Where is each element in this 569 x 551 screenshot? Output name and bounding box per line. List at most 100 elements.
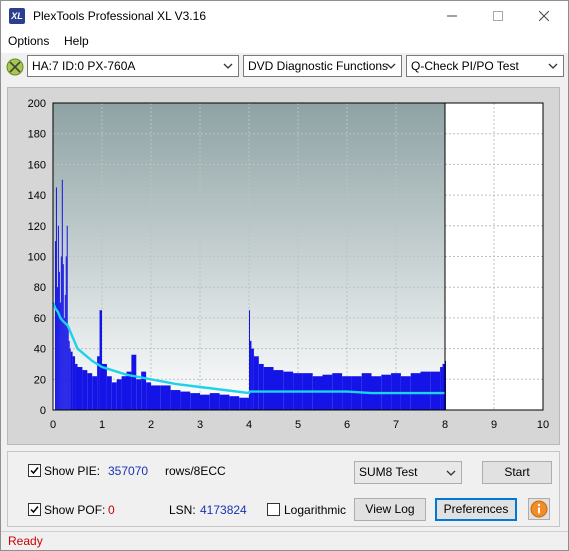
show-pof-checkbox[interactable] [28, 503, 41, 516]
pie-bar [87, 373, 93, 410]
pie-bar [136, 379, 142, 410]
pie-bar [246, 397, 249, 410]
start-button[interactable]: Start [482, 461, 552, 484]
x-tick-label: 4 [246, 419, 252, 431]
pie-bar [72, 356, 76, 410]
pie-bar [251, 348, 254, 410]
pie-bar [249, 340, 252, 410]
lsn-label: LSN: [169, 503, 196, 517]
maximize-button[interactable] [475, 1, 521, 31]
pie-bar [146, 382, 151, 410]
pie-bar [200, 394, 210, 410]
x-tick-label: 0 [50, 419, 56, 431]
pie-bar [121, 376, 127, 410]
y-tick-label: 100 [28, 252, 46, 264]
x-tick-label: 6 [344, 419, 350, 431]
maximize-icon [493, 11, 503, 21]
controls-panel: Show PIE: 357070 rows/8ECC SUM8 Test Sta… [7, 451, 560, 527]
menu-help[interactable]: Help [64, 34, 89, 48]
logarithmic-checkbox[interactable] [267, 503, 280, 516]
preferences-button[interactable]: Preferences [435, 498, 517, 521]
pie-bar [62, 264, 64, 410]
pie-bar [116, 379, 122, 410]
pie-bar [92, 376, 98, 410]
pie-bar [65, 256, 67, 410]
sum-test-select[interactable]: SUM8 Test [354, 461, 462, 484]
pie-bar [263, 367, 274, 410]
pie-bar [239, 397, 247, 410]
test-select-value: Q-Check PI/PO Test [411, 59, 519, 73]
pie-bar [102, 363, 107, 410]
show-pof-label: Show POF: [44, 503, 106, 517]
info-button[interactable] [528, 498, 550, 520]
drive-select-value: HA:7 ID:0 PX-760A [32, 59, 136, 73]
test-select[interactable]: Q-Check PI/PO Test [406, 55, 564, 77]
pie-bar [151, 385, 161, 410]
pie-bar [131, 354, 137, 410]
chevron-down-icon [223, 63, 233, 69]
close-icon [539, 11, 549, 21]
checkmark-icon [30, 506, 39, 514]
pie-bar [180, 391, 191, 410]
pie-bar [209, 393, 220, 410]
drive-select[interactable]: HA:7 ID:0 PX-760A [27, 55, 239, 77]
x-tick-label: 8 [442, 419, 448, 431]
pie-bar [66, 225, 68, 410]
y-tick-label: 40 [34, 344, 46, 356]
pie-bar [99, 310, 102, 410]
pie-bar [106, 376, 112, 410]
pie-bar [69, 348, 71, 410]
pie-bar [253, 356, 259, 410]
function-select[interactable]: DVD Diagnostic Functions [243, 55, 402, 77]
status-bar: Ready [1, 531, 568, 550]
x-tick-label: 5 [295, 419, 301, 431]
pie-bar [70, 351, 73, 410]
toolbar: HA:7 ID:0 PX-760A DVD Diagnostic Functio… [1, 53, 568, 79]
x-tick-label: 7 [393, 419, 399, 431]
sum-test-value: SUM8 Test [359, 465, 418, 479]
title-bar: XL PlexTools Professional XL V3.16 [1, 1, 568, 31]
pie-bar [229, 396, 240, 410]
menu-bar: Options Help [1, 31, 568, 53]
show-pie-label: Show PIE: [44, 464, 101, 478]
y-tick-label: 180 [28, 129, 46, 141]
menu-options[interactable]: Options [8, 34, 49, 48]
pie-bar [60, 256, 62, 410]
pie-bar [258, 363, 264, 410]
status-text: Ready [8, 534, 43, 548]
pie-bar [249, 310, 250, 410]
show-pie-checkbox[interactable] [28, 464, 41, 477]
info-icon [530, 500, 548, 518]
chevron-down-icon [386, 63, 396, 69]
pie-bar [67, 325, 69, 410]
close-button[interactable] [521, 1, 567, 31]
view-log-button[interactable]: View Log [354, 498, 426, 521]
pie-bar [58, 271, 60, 410]
window-title: PlexTools Professional XL V3.16 [33, 9, 206, 23]
y-tick-label: 20 [34, 374, 46, 386]
minimize-button[interactable] [429, 1, 475, 31]
pie-bar [57, 225, 59, 410]
minimize-icon [447, 15, 457, 17]
chart-panel: 0 20 40 60 80 100 120 140 160 180 200 0 1 2 3 4 5 6 7 8 9 10 [7, 87, 560, 445]
y-tick-label: 140 [28, 190, 46, 202]
x-tick-label: 9 [491, 419, 497, 431]
pie-bar [170, 390, 181, 410]
chevron-down-icon [446, 470, 456, 476]
pie-bar [54, 241, 56, 410]
pie-bar [190, 393, 200, 410]
pie-bar [160, 385, 171, 410]
y-tick-label: 60 [34, 313, 46, 325]
checkmark-icon [30, 467, 39, 475]
drive-status-icon [6, 58, 24, 76]
pie-bar [56, 287, 58, 410]
pie-bar [55, 187, 57, 410]
x-tick-label: 2 [148, 419, 154, 431]
pie-bar [68, 340, 70, 410]
pie-unit: rows/8ECC [165, 464, 226, 478]
app-window: XL PlexTools Professional XL V3.16 Optio… [0, 0, 569, 551]
pie-bar [82, 370, 88, 410]
pie-bar [391, 373, 401, 410]
pie-bar [63, 317, 65, 410]
y-tick-label: 200 [28, 98, 46, 110]
